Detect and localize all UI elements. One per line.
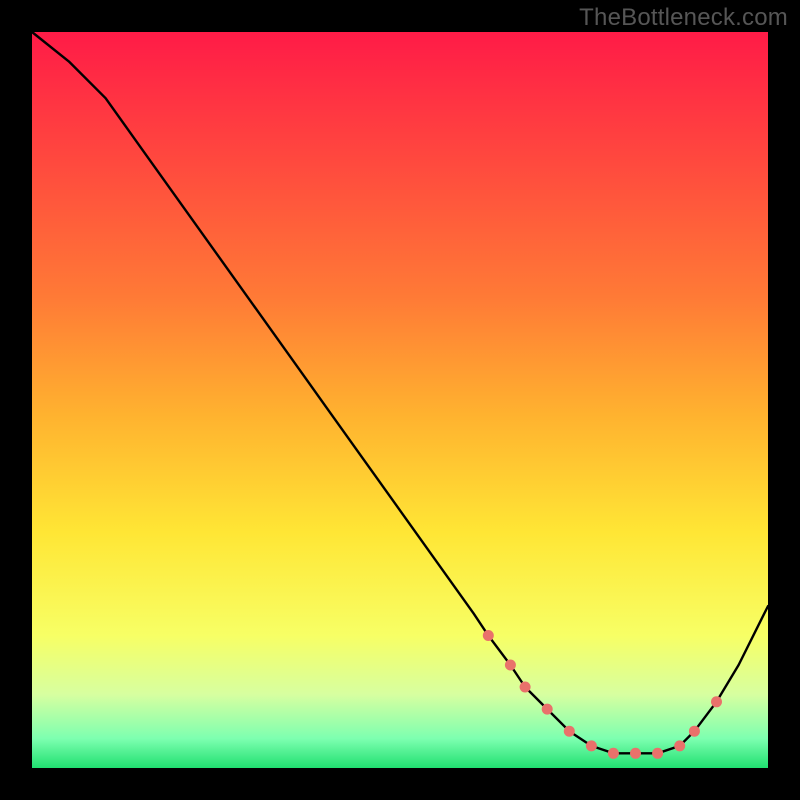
- marker-dot: [674, 740, 685, 751]
- plot-background: [32, 32, 768, 768]
- watermark-text: TheBottleneck.com: [579, 4, 788, 32]
- marker-dot: [586, 740, 597, 751]
- marker-dot: [505, 660, 516, 671]
- chart-stage: TheBottleneck.com: [0, 0, 800, 800]
- marker-dot: [542, 704, 553, 715]
- marker-dot: [689, 726, 700, 737]
- marker-dot: [483, 630, 494, 641]
- marker-dot: [520, 682, 531, 693]
- marker-dot: [652, 748, 663, 759]
- bottleneck-chart: [0, 0, 800, 800]
- marker-dot: [608, 748, 619, 759]
- marker-dot: [564, 726, 575, 737]
- marker-dot: [711, 696, 722, 707]
- marker-dot: [630, 748, 641, 759]
